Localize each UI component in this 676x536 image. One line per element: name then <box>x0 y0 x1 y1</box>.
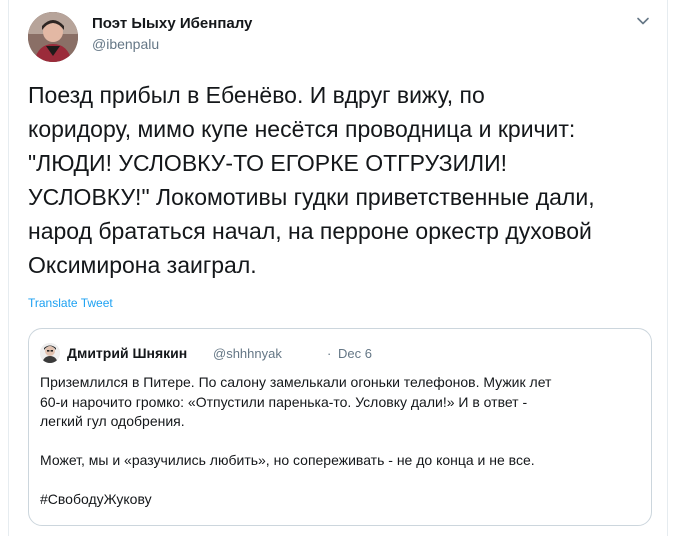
tweet-text: Поезд прибыл в Ебенёво. И вдруг вижу, по… <box>28 82 595 278</box>
meta-separator: · <box>327 346 332 361</box>
author-avatar[interactable] <box>28 12 78 62</box>
quoted-author-handle: @shhhnyak <box>213 346 282 361</box>
quoted-paragraph: Может, мы и «разучились любить», но сопе… <box>40 452 535 468</box>
chevron-down-icon[interactable] <box>636 14 650 28</box>
author-name[interactable]: Поэт Ыыху Ибенпалу <box>92 15 252 32</box>
author-handle[interactable]: @ibenpalu <box>92 36 159 52</box>
translate-tweet-link[interactable]: Translate Tweet <box>28 296 113 310</box>
quoted-tweet-date: Dec 6 <box>338 346 372 361</box>
quoted-tweet[interactable]: Дмитрий Шнякин @shhhnyak · Dec 6 Приземл… <box>28 328 652 526</box>
quoted-author-name: Дмитрий Шнякин <box>67 345 188 361</box>
quoted-tweet-body: Приземлился в Питере. По салону замелька… <box>40 373 640 510</box>
quoted-author-avatar <box>40 343 60 363</box>
quoted-paragraph: Приземлился в Питере. По салону замелька… <box>40 374 552 429</box>
hashtag[interactable]: #СвободуЖукову <box>40 490 640 510</box>
